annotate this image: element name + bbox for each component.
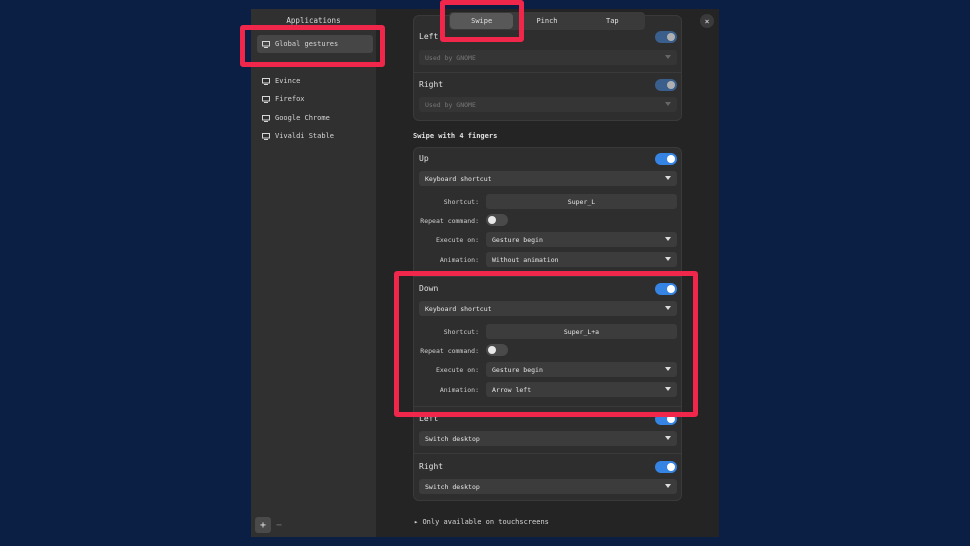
app-label: Google Chrome: [275, 114, 330, 122]
app-label: Vivaldi Stable: [275, 132, 335, 140]
app-label: Evince: [275, 77, 301, 85]
expander-arrow-icon: ▸: [414, 518, 419, 526]
tab-pinch[interactable]: Pinch: [515, 13, 578, 29]
up-repeat-toggle[interactable]: [486, 214, 508, 226]
highlight-box-down-gesture: [394, 271, 698, 417]
add-app-button[interactable]: +: [255, 517, 271, 533]
up-shortcut-field[interactable]: Super_L: [486, 194, 677, 209]
chevron-down-icon: [665, 176, 671, 180]
touchscreen-note: Only available on touchscreens: [422, 518, 549, 526]
right-enabled-toggle[interactable]: [655, 461, 677, 473]
chevron-down-icon: [665, 102, 671, 106]
left-action-dropdown: Used by GNOME: [419, 50, 677, 65]
chevron-down-icon: [665, 237, 671, 241]
highlight-box-global-gestures: [240, 25, 385, 67]
sidebar-title: Applications: [286, 16, 341, 25]
app-label: Firefox: [275, 95, 305, 103]
app-item-vivaldi-stable[interactable]: Vivaldi Stable: [257, 127, 373, 145]
right-enabled-toggle[interactable]: [655, 79, 677, 91]
applications-sidebar: Applications Global gestures Evince Fire…: [251, 9, 376, 537]
right-action-dropdown[interactable]: Switch desktop: [419, 479, 677, 494]
right-action-dropdown: Used by GNOME: [419, 97, 677, 112]
right-direction-label: Right: [419, 80, 444, 89]
monitor-icon: [262, 132, 270, 140]
up-shortcut-label: Shortcut:: [443, 198, 479, 206]
tab-tap[interactable]: Tap: [581, 13, 644, 29]
up-animation-dropdown[interactable]: Without animation: [486, 252, 677, 267]
app-item-google-chrome[interactable]: Google Chrome: [257, 109, 373, 127]
remove-app-button[interactable]: −: [271, 517, 287, 533]
highlight-box-swipe-tab: [440, 0, 524, 42]
right-direction-label: Right: [419, 462, 444, 471]
touchscreen-expander[interactable]: ▸ Only available on touchscreens: [414, 518, 549, 526]
monitor-icon: [262, 114, 270, 122]
up-execute-dropdown[interactable]: Gesture begin: [486, 232, 677, 247]
app-item-evince[interactable]: Evince: [257, 72, 373, 90]
app-item-firefox[interactable]: Firefox: [257, 90, 373, 108]
up-action-dropdown[interactable]: Keyboard shortcut: [419, 171, 677, 186]
chevron-down-icon: [665, 436, 671, 440]
up-animation-label: Animation:: [439, 256, 479, 264]
chevron-down-icon: [665, 55, 671, 59]
section-title-four-fingers: Swipe with 4 fingers: [413, 132, 498, 140]
monitor-icon: [262, 95, 270, 103]
up-enabled-toggle[interactable]: [655, 153, 677, 165]
close-button[interactable]: ×: [700, 14, 714, 28]
chevron-down-icon: [665, 484, 671, 488]
chevron-down-icon: [665, 257, 671, 261]
up-repeat-label: Repeat command:: [420, 217, 479, 225]
left-enabled-toggle[interactable]: [655, 31, 677, 43]
up-execute-label: Execute on:: [435, 236, 479, 244]
left-direction-label: Left: [419, 32, 439, 41]
up-direction-label: Up: [419, 154, 429, 163]
left-action-dropdown[interactable]: Switch desktop: [419, 431, 677, 446]
monitor-icon: [262, 77, 270, 85]
